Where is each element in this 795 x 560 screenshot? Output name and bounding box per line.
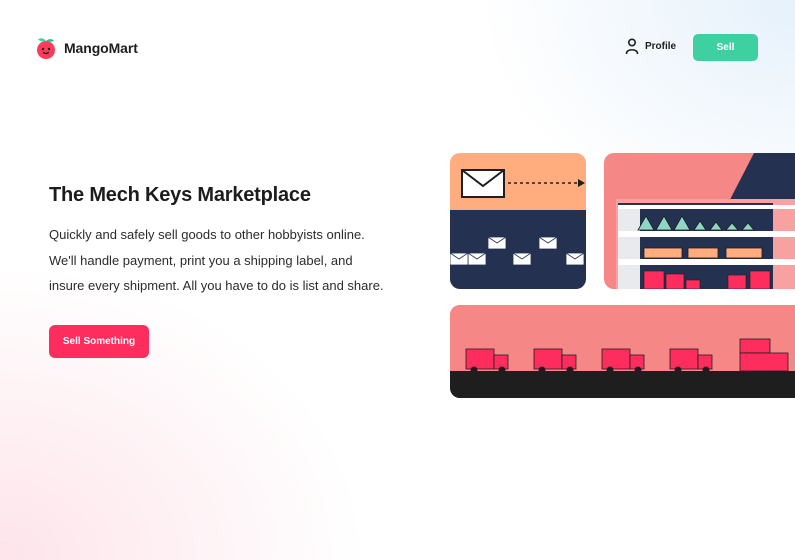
delivery-illustration [450, 305, 795, 398]
sell-button[interactable]: Sell [693, 34, 758, 61]
warehouse-illustration [604, 153, 795, 289]
mail-illustration [450, 153, 586, 289]
sell-something-button[interactable]: Sell Something [49, 325, 149, 358]
envelope-icon [461, 169, 505, 198]
brand-logo[interactable]: MangoMart [34, 36, 138, 60]
hero-title: The Mech Keys Marketplace [49, 184, 311, 206]
user-icon [625, 38, 639, 54]
profile-label: Profile [645, 40, 677, 52]
hero-description: Quickly and safely sell goods to other h… [49, 222, 419, 299]
mango-icon [37, 38, 55, 59]
brand-name: MangoMart [64, 40, 138, 56]
hero-description-line: We'll handle payment, print you a shippi… [49, 252, 353, 268]
profile-link[interactable]: Profile [625, 38, 676, 54]
hero-description-line: Quickly and safely sell goods to other h… [49, 227, 365, 242]
hero-description-line: insure every shipment. All you have to d… [49, 278, 384, 293]
